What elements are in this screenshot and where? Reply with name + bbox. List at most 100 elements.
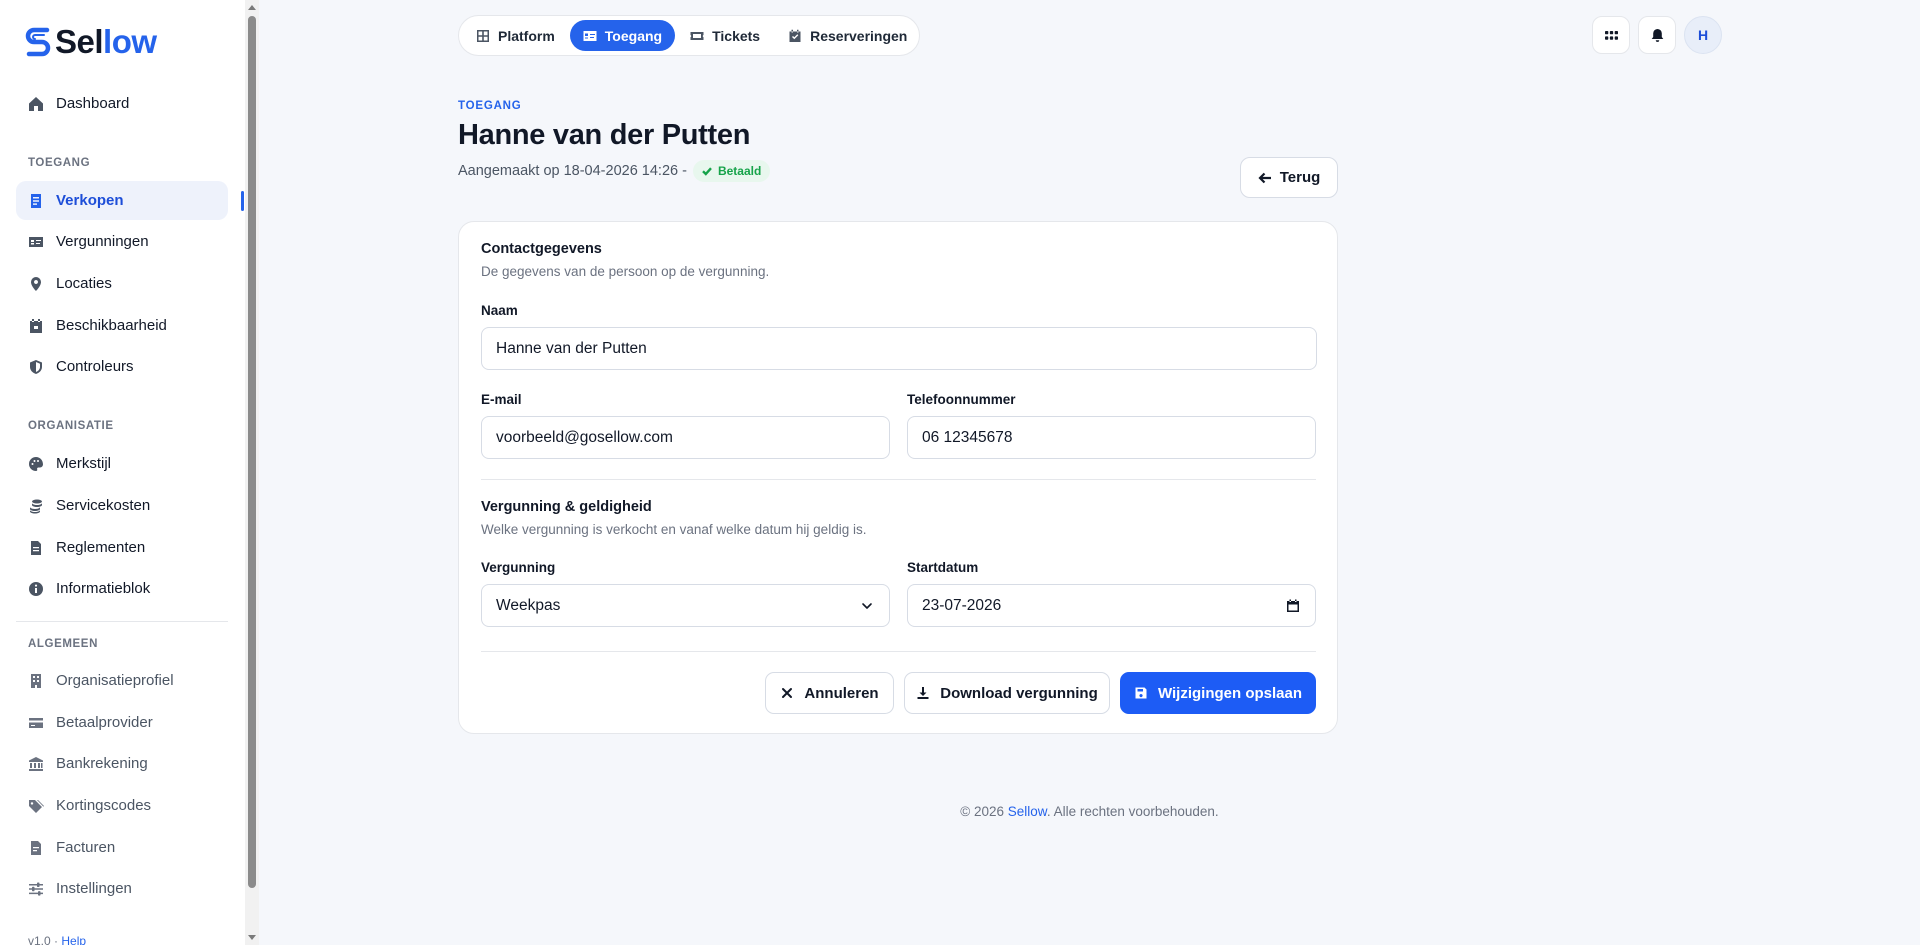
email-field[interactable]: voorbeeld@gosellow.com xyxy=(481,416,890,459)
bell-icon xyxy=(1651,28,1663,42)
permit-type-select[interactable]: Weekpas xyxy=(481,584,890,627)
permit-section-subtitle: Welke vergunning is verkocht en vanaf we… xyxy=(481,522,867,537)
save-icon xyxy=(1135,687,1147,699)
sidebar-item-betaalprovider[interactable]: Betaalprovider xyxy=(16,703,228,742)
tab-label: Toegang xyxy=(604,27,663,44)
help-link[interactable]: Help xyxy=(61,934,86,945)
tab-label: Platform xyxy=(498,27,555,44)
palette-icon xyxy=(28,456,44,472)
apps-grid-icon xyxy=(1604,30,1618,40)
top-actions: H xyxy=(1592,16,1722,54)
sidebar-item-verkopen[interactable]: Verkopen xyxy=(16,181,228,220)
scroll-up-icon[interactable] xyxy=(246,2,258,14)
sidebar-item-reglementen[interactable]: Reglementen xyxy=(16,528,228,567)
notifications-button[interactable] xyxy=(1638,16,1676,54)
info-icon xyxy=(28,581,44,597)
cancel-button-label: Annuleren xyxy=(804,684,879,702)
sidebar-item-organisatieprofiel[interactable]: Organisatieprofiel xyxy=(16,661,228,700)
arrow-left-icon xyxy=(1258,172,1271,183)
version-label: v1.0 · xyxy=(28,934,59,945)
shield-icon xyxy=(28,359,44,375)
section-divider xyxy=(481,479,1316,480)
status-badge: Betaald xyxy=(692,160,771,182)
sliders-icon xyxy=(28,881,44,897)
section-label-organisatie: ORGANISATIE xyxy=(28,420,114,432)
section-label-toegang: TOEGANG xyxy=(28,157,91,169)
sidebar-item-label: Locaties xyxy=(56,275,112,292)
map-pin-icon xyxy=(28,276,44,292)
created-at: Aangemaakt op 18-04-2026 14:26 - xyxy=(458,163,687,179)
sidebar-item-label: Merkstijl xyxy=(56,455,111,472)
sidebar-item-facturen[interactable]: Facturen xyxy=(16,828,228,867)
sidebar-item-beschikbaarheid[interactable]: Beschikbaarheid xyxy=(16,306,228,345)
tab-tickets[interactable]: Tickets xyxy=(677,20,773,51)
name-value: Hanne van der Putten xyxy=(496,339,647,357)
actions-divider xyxy=(481,651,1316,652)
download-button-label: Download vergunning xyxy=(940,684,1098,702)
coins-icon xyxy=(28,498,44,514)
scroll-down-icon[interactable] xyxy=(246,931,258,943)
sidebar-item-label: Vergunningen xyxy=(56,233,149,250)
check-icon xyxy=(702,167,712,176)
ticket-icon xyxy=(690,31,704,40)
download-icon xyxy=(917,687,929,699)
sidebar-item-vergunningen[interactable]: Vergunningen xyxy=(16,222,228,261)
footer-prefix: © 2026 xyxy=(960,804,1008,819)
sidebar-item-label: Controleurs xyxy=(56,358,134,375)
tab-label: Reserveringen xyxy=(810,27,908,44)
sidebar-item-label: Betaalprovider xyxy=(56,714,153,731)
chevron-down-icon xyxy=(862,602,872,609)
start-date-field[interactable]: 23-07-2026 xyxy=(907,584,1316,627)
footer-brand-link[interactable]: Sellow xyxy=(1008,804,1047,819)
sidebar-divider xyxy=(16,621,228,622)
file-text-icon xyxy=(28,540,44,556)
sidebar-item-servicekosten[interactable]: Servicekosten xyxy=(16,486,228,525)
calendar-check-icon xyxy=(789,29,801,42)
tab-toegang[interactable]: Toegang xyxy=(569,20,676,51)
sellow-logo[interactable]: Sellow xyxy=(23,24,157,60)
sidebar-item-instellingen[interactable]: Instellingen xyxy=(16,869,228,908)
close-icon xyxy=(782,688,793,698)
tab-platform[interactable]: Platform xyxy=(463,20,568,51)
id-card-icon xyxy=(28,234,44,250)
sidebar-scrollbar-thumb[interactable] xyxy=(248,16,256,888)
version-info: v1.0 · Help xyxy=(28,934,86,945)
product-switcher: Platform Toegang Tickets Reserveringen xyxy=(458,15,920,56)
document-list-icon xyxy=(28,193,44,209)
user-avatar[interactable]: H xyxy=(1684,16,1722,54)
contact-section-subtitle: De gegevens van de persoon op de vergunn… xyxy=(481,264,770,279)
sidebar-item-dashboard[interactable]: Dashboard xyxy=(16,84,228,123)
apps-button[interactable] xyxy=(1592,16,1630,54)
sidebar-item-label: Verkopen xyxy=(56,192,124,209)
phone-label: Telefoonnummer xyxy=(907,392,1016,407)
sidebar-item-locaties[interactable]: Locaties xyxy=(16,264,228,303)
save-changes-button[interactable]: Wijzigingen opslaan xyxy=(1120,672,1316,714)
calendar-icon xyxy=(28,318,44,334)
page-eyebrow: TOEGANG xyxy=(458,100,522,112)
status-label: Betaald xyxy=(717,164,762,178)
home-icon xyxy=(28,96,44,112)
back-button[interactable]: Terug xyxy=(1240,157,1338,198)
grid-icon xyxy=(477,29,489,42)
phone-field[interactable]: 06 12345678 xyxy=(907,416,1316,459)
download-permit-button[interactable]: Download vergunning xyxy=(904,672,1110,714)
sidebar-item-merkstijl[interactable]: Merkstijl xyxy=(16,444,228,483)
tab-label: Tickets xyxy=(712,27,761,44)
start-date-value: 23-07-2026 xyxy=(922,596,1002,614)
sale-form-card: Contactgegevens De gegevens van de perso… xyxy=(458,221,1338,734)
sidebar-item-label: Bankrekening xyxy=(56,755,148,772)
back-button-label: Terug xyxy=(1279,169,1321,186)
sidebar-item-label: Reglementen xyxy=(56,539,146,556)
tab-reserveringen[interactable]: Reserveringen xyxy=(775,20,920,51)
sidebar-item-bankrekening[interactable]: Bankrekening xyxy=(16,744,228,783)
email-label: E-mail xyxy=(481,392,522,407)
sidebar-item-label: Instellingen xyxy=(56,880,132,897)
sidebar-item-label: Beschikbaarheid xyxy=(56,317,167,334)
cancel-button[interactable]: Annuleren xyxy=(765,672,894,714)
calendar-icon[interactable] xyxy=(1285,598,1301,614)
sidebar-item-controleurs[interactable]: Controleurs xyxy=(16,347,228,386)
name-field[interactable]: Hanne van der Putten xyxy=(481,327,1317,370)
sidebar-item-label: Servicekosten xyxy=(56,497,151,514)
credit-card-icon xyxy=(28,715,44,731)
sidebar-item-informatieblok[interactable]: Informatieblok xyxy=(16,569,228,608)
